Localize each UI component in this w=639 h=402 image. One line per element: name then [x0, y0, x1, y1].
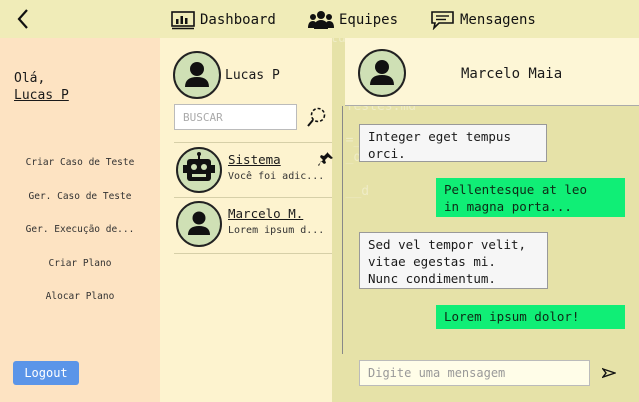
- message-incoming: Sed vel tempor velit, vitae egestas mi. …: [359, 232, 548, 289]
- nav-dashboard-label: Dashboard: [200, 12, 276, 28]
- pin-icon[interactable]: [318, 151, 334, 167]
- nav-dashboard[interactable]: Dashboard: [171, 8, 276, 32]
- user-icon: [188, 211, 210, 235]
- user-icon: [185, 62, 209, 87]
- user-icon: [370, 60, 394, 85]
- chat-header: Marcelo Maia: [345, 38, 639, 106]
- avatar: [358, 49, 406, 97]
- sidebar-item-ger-caso-de-teste[interactable]: Ger. Caso de Teste: [0, 190, 160, 224]
- top-nav-bar: Dashboard Equipes Mensagens: [0, 0, 639, 38]
- search-icon[interactable]: [307, 106, 327, 128]
- back-button[interactable]: [12, 6, 34, 32]
- back-arrow-icon: [17, 9, 28, 29]
- contacts-panel: Lucas P Sistema Você foi adic...: [160, 38, 334, 402]
- column-divider: [342, 106, 343, 354]
- greeting-text: Olá,: [14, 71, 46, 86]
- sidebar-item-criar-plano[interactable]: Criar Plano: [0, 257, 160, 291]
- sidebar: Olá, Lucas P Criar Caso de Teste Ger. Ca…: [0, 38, 160, 402]
- robot-icon: [183, 152, 215, 181]
- message-outgoing: Pellentesque at leo in magna porta...: [436, 178, 625, 217]
- contact-name: Marcelo M.: [228, 206, 304, 221]
- team-icon: [308, 11, 334, 29]
- greeting: Olá, Lucas P: [14, 70, 69, 104]
- avatar: [176, 201, 222, 247]
- contact-preview: Lorem ipsum d...: [228, 225, 325, 236]
- dashboard-icon: [171, 11, 195, 30]
- message-incoming: Integer eget tempus orci.: [359, 124, 547, 162]
- nav-mensagens-label: Mensagens: [460, 12, 536, 28]
- sidebar-item-alocar-plano[interactable]: Alocar Plano: [0, 290, 160, 324]
- contact-preview: Você foi adic...: [228, 171, 325, 182]
- greeting-user-name[interactable]: Lucas P: [14, 87, 69, 104]
- contact-item-marcelo[interactable]: Marcelo M. Lorem ipsum d...: [174, 199, 332, 251]
- contact-item-sistema[interactable]: Sistema Você foi adic...: [174, 145, 334, 197]
- sidebar-item-criar-caso-de-teste[interactable]: Criar Caso de Teste: [0, 156, 160, 190]
- logout-button[interactable]: Logout: [13, 361, 79, 385]
- current-user: Lucas P: [173, 51, 280, 99]
- search-input[interactable]: [174, 104, 297, 130]
- message-outgoing: Lorem ipsum dolor!: [436, 305, 625, 329]
- nav-equipes[interactable]: Equipes: [308, 8, 398, 32]
- avatar: [176, 147, 222, 193]
- avatar: [173, 51, 221, 99]
- send-icon[interactable]: [602, 366, 616, 380]
- divider: [174, 253, 332, 254]
- divider: [174, 197, 332, 198]
- chat-icon: [431, 11, 454, 30]
- chat-title: Marcelo Maia: [461, 66, 563, 82]
- sidebar-item-ger-execucao[interactable]: Ger. Execução de...: [0, 223, 160, 257]
- divider: [174, 142, 332, 143]
- contact-name: Sistema: [228, 152, 281, 167]
- current-user-name: Lucas P: [225, 67, 280, 83]
- nav-equipes-label: Equipes: [339, 12, 399, 28]
- message-input[interactable]: [359, 360, 590, 386]
- sidebar-menu: Criar Caso de Teste Ger. Caso de Teste G…: [0, 156, 160, 324]
- nav-mensagens[interactable]: Mensagens: [430, 8, 536, 32]
